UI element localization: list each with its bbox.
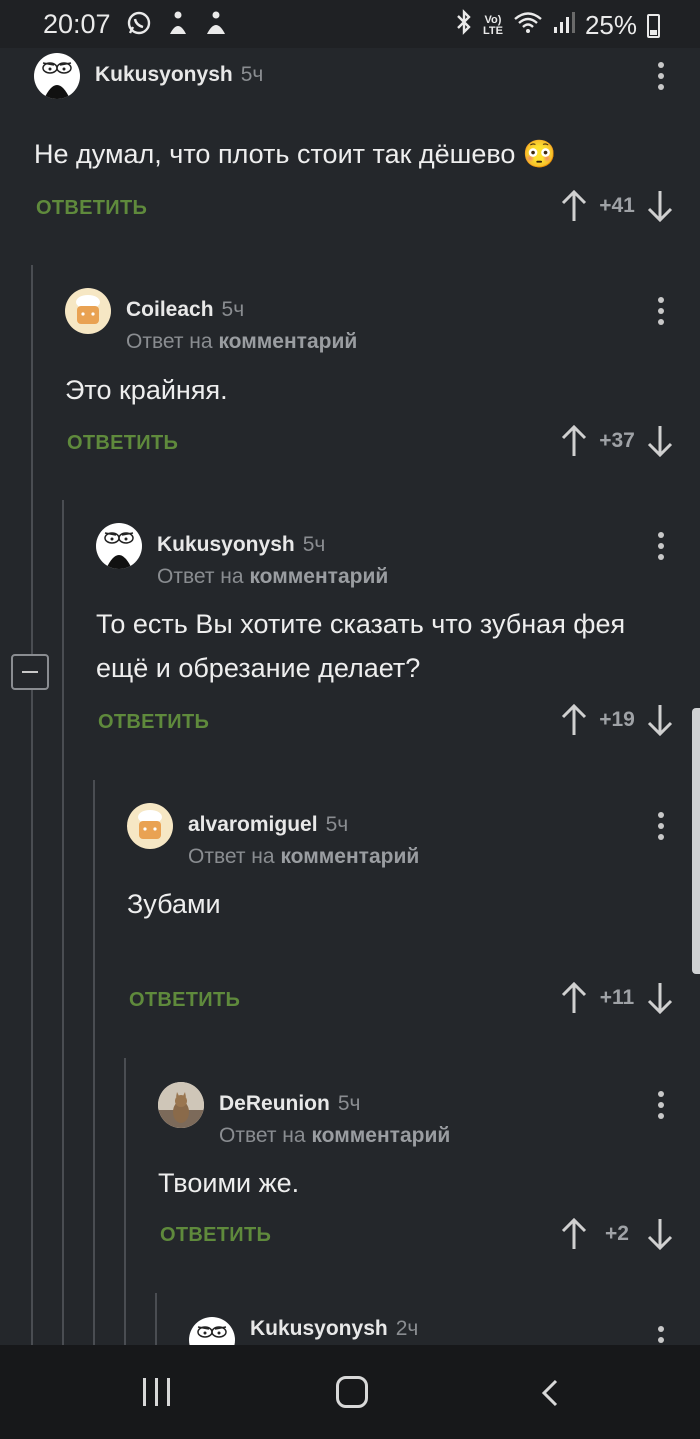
- rage-face-avatar[interactable]: [96, 523, 142, 569]
- comment: Kukusyonysh 5ч Ответ на комментарий То ес…: [96, 523, 700, 748]
- comment-time: 5ч: [302, 533, 326, 556]
- thread-line: [62, 500, 64, 1345]
- default-avatar[interactable]: [127, 803, 173, 849]
- wifi-icon: [513, 10, 543, 41]
- comment: Kukusyonysh 2ч: [189, 1317, 700, 1345]
- comment-text: Не думал, что плоть стоит так дёшево 😳: [34, 139, 557, 169]
- whatsapp-icon: [126, 10, 152, 42]
- comment: alvaromiguel 5ч Ответ на комментарий Зуба…: [127, 803, 700, 1028]
- reply-to-link[interactable]: комментарий: [249, 565, 388, 588]
- home-icon[interactable]: [336, 1376, 368, 1408]
- status-bar: 20:07 Vo) LTE 25%: [0, 0, 700, 48]
- comment: Coileach 5ч Ответ на комментарий Это край…: [65, 288, 700, 468]
- reply-button[interactable]: ОТВЕТИТЬ: [98, 711, 209, 734]
- rage-face-avatar[interactable]: [34, 53, 80, 99]
- reply-button[interactable]: ОТВЕТИТЬ: [129, 989, 240, 1012]
- more-menu-icon[interactable]: [658, 297, 664, 330]
- comment-time: 5ч: [337, 1092, 361, 1115]
- author-name[interactable]: Coileach: [126, 298, 214, 321]
- author-name[interactable]: DeReunion: [219, 1092, 330, 1115]
- thread-line: [124, 1058, 126, 1345]
- more-menu-icon[interactable]: [658, 62, 664, 95]
- comment-text: Это крайняя.: [65, 375, 228, 405]
- reply-button[interactable]: ОТВЕТИТЬ: [67, 432, 178, 455]
- comment-time: 5ч: [221, 298, 245, 321]
- downvote-icon[interactable]: [646, 704, 674, 736]
- notification-icon: [166, 10, 190, 42]
- reply-to-prefix: Ответ на: [219, 1124, 306, 1147]
- comment-time: 2ч: [395, 1317, 419, 1340]
- cat-photo-avatar[interactable]: [158, 1082, 204, 1128]
- signal-icon: [553, 10, 575, 41]
- comment-text: То есть Вы хотите сказать что зубная фея…: [96, 609, 626, 683]
- comment-time: 5ч: [240, 63, 264, 86]
- downvote-icon[interactable]: [646, 190, 674, 222]
- vote-count: +11: [599, 986, 635, 1009]
- thread-line: [31, 265, 33, 1345]
- upvote-icon[interactable]: [560, 982, 588, 1014]
- comment: DeReunion 5ч Ответ на комментарий Твоими …: [158, 1082, 700, 1262]
- reply-to-prefix: Ответ на: [126, 330, 213, 353]
- more-menu-icon[interactable]: [658, 1326, 664, 1345]
- comment: Kukusyonysh 5ч Не думал, что плоть стоит …: [34, 53, 700, 233]
- reply-to-link[interactable]: комментарий: [218, 330, 357, 353]
- volte-indicator: Vo) LTE: [482, 13, 503, 37]
- vote-count: +37: [599, 429, 635, 452]
- vote-count: +2: [605, 1222, 629, 1245]
- reply-to-prefix: Ответ на: [188, 845, 275, 868]
- reply-button[interactable]: ОТВЕТИТЬ: [36, 197, 147, 220]
- reply-button[interactable]: ОТВЕТИТЬ: [160, 1224, 271, 1247]
- rage-face-avatar[interactable]: [189, 1317, 235, 1345]
- more-menu-icon[interactable]: [658, 532, 664, 565]
- bluetooth-icon: [455, 9, 473, 42]
- back-icon[interactable]: [538, 1379, 562, 1407]
- status-time: 20:07: [43, 9, 111, 39]
- upvote-icon[interactable]: [560, 1218, 588, 1250]
- author-name[interactable]: Kukusyonysh: [250, 1317, 388, 1340]
- downvote-icon[interactable]: [646, 1218, 674, 1250]
- reply-to-prefix: Ответ на: [157, 565, 244, 588]
- thread-line: [155, 1293, 157, 1345]
- author-name[interactable]: Kukusyonysh: [157, 533, 295, 556]
- more-menu-icon[interactable]: [658, 812, 664, 845]
- upvote-icon[interactable]: [560, 425, 588, 457]
- author-name[interactable]: Kukusyonysh: [95, 63, 233, 86]
- reply-to-link[interactable]: комментарий: [311, 1124, 450, 1147]
- more-menu-icon[interactable]: [658, 1091, 664, 1124]
- thread-line: [93, 780, 95, 1345]
- comment-text: Твоими же.: [158, 1168, 300, 1198]
- downvote-icon[interactable]: [646, 982, 674, 1014]
- upvote-icon[interactable]: [560, 704, 588, 736]
- comment-text: Зубами: [127, 889, 221, 919]
- comment-time: 5ч: [325, 813, 349, 836]
- vote-count: +19: [599, 708, 635, 731]
- battery-icon: [647, 13, 660, 38]
- notification-icon: [204, 10, 228, 42]
- battery-percent: 25%: [584, 10, 637, 40]
- downvote-icon[interactable]: [646, 425, 674, 457]
- system-nav-bar: [0, 1345, 700, 1439]
- upvote-icon[interactable]: [560, 190, 588, 222]
- collapse-thread-button[interactable]: [11, 654, 49, 690]
- author-name[interactable]: alvaromiguel: [188, 813, 318, 836]
- reply-to-link[interactable]: комментарий: [280, 845, 419, 868]
- recent-apps-icon[interactable]: [143, 1378, 171, 1406]
- default-avatar[interactable]: [65, 288, 111, 334]
- vote-count: +41: [599, 194, 635, 217]
